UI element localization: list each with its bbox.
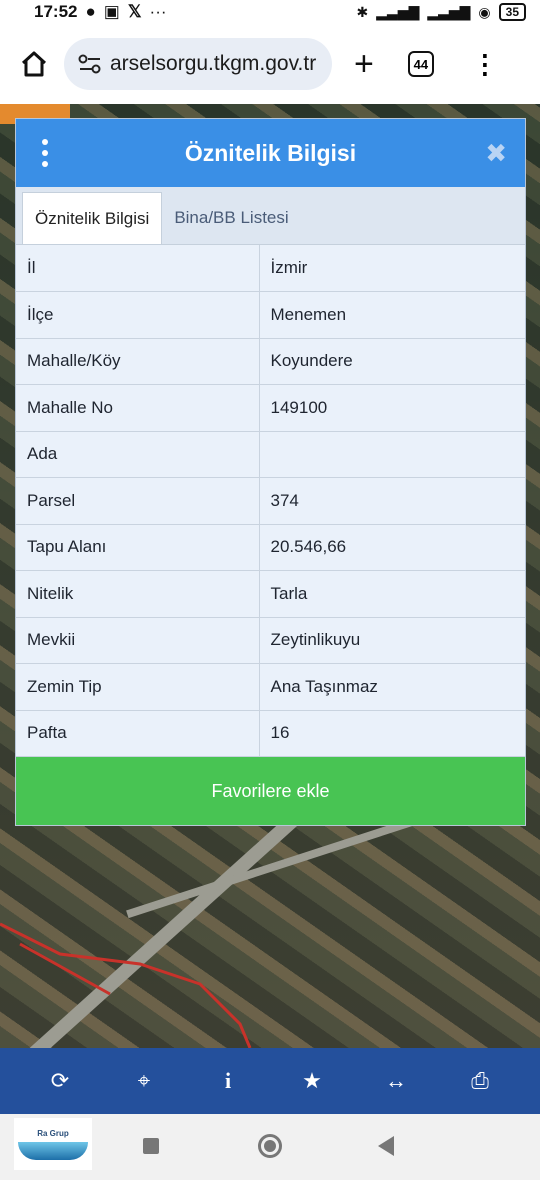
system-icons: ✱ ▂▃▅▇ ▂▃▅▇ ◉ 35 [357,3,526,21]
attr-value: 149100 [259,384,525,432]
attr-value: Koyundere [259,338,525,385]
attr-value: İzmir [259,245,525,292]
table-row: Parsel 374 [16,477,525,525]
recents-button[interactable] [143,1138,159,1154]
notification-icons: ● ▣ 𝕏 ··· [85,2,166,22]
x-app-icon: 𝕏 [127,2,142,21]
table-row: Mevkii Zeytinlikuyu [16,617,525,664]
tab-switcher-button[interactable]: 44 [407,51,434,77]
signal-icon-2: ▂▃▅▇ [427,3,471,20]
attr-value: Menemen [259,291,525,339]
url-text: arselsorgu.tkgm.gov.tr [110,52,317,75]
attr-value [259,431,525,478]
attr-value: 16 [259,710,525,757]
home-nav-button[interactable] [258,1134,282,1158]
table-row: İlçe Menemen [16,291,525,339]
site-settings-icon[interactable] [78,54,104,74]
print-icon[interactable]: ⎙ [460,1061,500,1101]
chat-bubble-icon: ● [85,2,96,21]
system-nav-bar: Ra Grup [0,1114,540,1180]
attr-key: İl [16,245,260,292]
wifi-icon: ◉ [478,3,491,20]
table-row: Nitelik Tarla [16,570,525,618]
image-icon: ▣ [103,2,120,21]
watermark-logo: Ra Grup [14,1118,92,1170]
home-button[interactable] [14,44,54,84]
attr-key: Ada [16,431,260,478]
attr-value: Ana Taşınmaz [259,663,525,711]
refresh-icon[interactable]: ⟳ [40,1061,80,1101]
locate-icon[interactable]: ⌖ [124,1061,164,1101]
attr-key: Mahalle No [16,384,260,432]
table-row: Pafta 16 [16,710,525,757]
attr-value: 374 [259,477,525,525]
attr-key: İlçe [16,291,260,339]
attr-key: Mahalle/Köy [16,338,260,385]
close-icon[interactable]: ✖ [485,138,507,169]
attr-key: Pafta [16,710,260,757]
attr-key: Nitelik [16,570,260,618]
attr-value: Zeytinlikuyu [259,617,525,664]
status-bar: 17:52 ● ▣ 𝕏 ··· ✱ ▂▃▅▇ ▂▃▅▇ ◉ 35 [0,0,540,24]
table-row: Mahalle/Köy Koyundere [16,338,525,385]
tab-attribute-info[interactable]: Öznitelik Bilgisi [22,192,163,244]
signal-icon: ▂▃▅▇ [376,3,420,20]
table-row: İl İzmir [16,245,525,292]
attr-value: Tarla [259,570,525,618]
dialog-menu-icon[interactable] [42,139,48,167]
attr-key: Parsel [16,477,260,525]
attribute-info-dialog: Öznitelik Bilgisi ✖ Öznitelik Bilgisi Bi… [15,118,526,826]
back-button[interactable] [378,1136,394,1156]
dialog-tabs: Öznitelik Bilgisi Bina/BB Listesi [16,187,525,245]
add-to-favorites-button[interactable]: Favorilere ekle [16,757,525,825]
logo-wave [18,1141,88,1160]
table-row: Tapu Alanı 20.546,66 [16,524,525,571]
logo-text: Ra Grup [37,1128,69,1138]
table-row: Zemin Tip Ana Taşınmaz [16,663,525,711]
more-notifications-icon: ··· [149,2,167,21]
dialog-header: Öznitelik Bilgisi ✖ [16,119,525,187]
table-row: Mahalle No 149100 [16,384,525,432]
attr-key: Tapu Alanı [16,524,260,571]
attr-key: Zemin Tip [16,663,260,711]
bluetooth-icon: ✱ [356,3,369,20]
address-bar[interactable]: arselsorgu.tkgm.gov.tr [64,38,332,90]
table-row: Ada [16,431,525,478]
attribute-table: İl İzmir İlçe Menemen Mahalle/Köy Koyundere… [16,245,525,757]
star-icon[interactable]: ★ [292,1061,332,1101]
battery-icon: 35 [498,3,526,21]
new-tab-button[interactable]: + [354,47,374,81]
attr-value: 20.546,66 [259,524,525,571]
home-icon [21,51,47,77]
map-toolbar: ⟳ ⌖ i ★ ↔ ⎙ [0,1048,540,1114]
tab-building-list[interactable]: Bina/BB Listesi [162,192,300,244]
status-time: 17:52 [34,2,78,21]
info-icon[interactable]: i [208,1061,248,1101]
measure-icon[interactable]: ↔ [376,1061,416,1101]
browser-toolbar: arselsorgu.tkgm.gov.tr + 44 ⋮ [0,24,540,104]
attr-key: Mevkii [16,617,260,664]
dialog-title: Öznitelik Bilgisi [184,139,357,166]
browser-menu-icon[interactable]: ⋮ [472,51,498,77]
